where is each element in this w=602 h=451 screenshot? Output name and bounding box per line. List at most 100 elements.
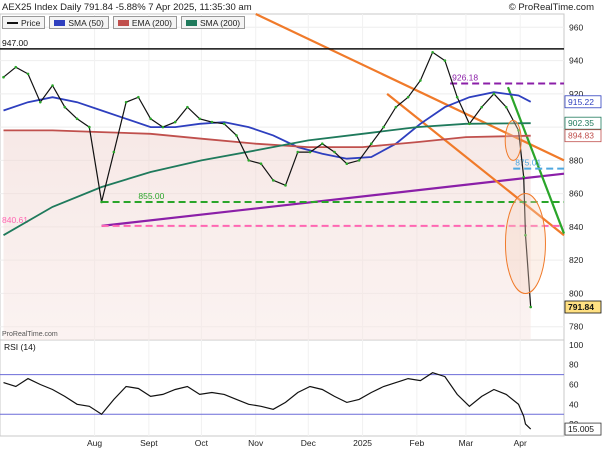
price-point — [210, 120, 214, 124]
chart-window: 947.00 926.18 855.00 840.61 875.01 RSI (14) … — [0, 0, 602, 451]
legend-item-price[interactable]: Price — [2, 16, 46, 29]
price-point — [137, 95, 140, 99]
level-label: 855.00 — [138, 191, 164, 201]
price-point — [14, 65, 18, 69]
price-point — [504, 105, 508, 109]
price-point — [271, 179, 275, 182]
legend-label: SMA (200) — [199, 17, 241, 28]
rsi-tick-label: 40 — [569, 399, 579, 409]
price-label: 894.83 — [568, 131, 594, 141]
price-label: 915.22 — [568, 97, 594, 107]
brand-link[interactable]: © ProRealTime.com — [509, 2, 594, 13]
price-point — [370, 142, 373, 146]
price-point — [406, 95, 410, 99]
level-label: 875.01 — [515, 158, 541, 168]
annotation-ellipse — [504, 193, 546, 295]
price-point — [492, 92, 496, 96]
legend-swatch — [117, 19, 129, 26]
price-point — [382, 125, 385, 129]
annotation-ellipse — [504, 119, 522, 161]
price-point — [235, 134, 238, 137]
rsi-tick-label: 60 — [569, 380, 579, 390]
price-point — [88, 125, 91, 129]
ema-fill — [3, 130, 531, 340]
chart-canvas: 947.00926.18855.00840.61875.01 RSI (14) … — [0, 13, 602, 448]
x-tick-label: Oct — [195, 438, 209, 448]
legend-item-sma50[interactable]: SMA (50) — [49, 16, 109, 29]
price-point — [443, 59, 447, 62]
level-label: 947.00 — [2, 38, 28, 48]
price-point — [63, 105, 67, 109]
x-tick-label: Dec — [301, 438, 317, 448]
y-tick-label: 800 — [569, 288, 583, 298]
x-tick-label: Nov — [248, 438, 264, 448]
legend-swatch — [7, 21, 18, 24]
legend-item-ema200[interactable]: EMA (200) — [112, 16, 177, 29]
price-point — [480, 105, 483, 109]
y-tick-label: 940 — [569, 56, 583, 66]
price-point — [357, 159, 361, 162]
rsi-panel[interactable] — [0, 339, 565, 437]
x-tick-label: Feb — [410, 438, 425, 448]
price-point — [308, 150, 312, 154]
x-tick-label: Aug — [87, 438, 102, 448]
price-point — [51, 84, 54, 87]
legend-label: SMA (50) — [68, 17, 104, 28]
x-tick-label: 2025 — [353, 438, 372, 448]
price-point — [320, 142, 324, 146]
price-point — [112, 150, 116, 154]
level-label: 926.18 — [452, 73, 478, 83]
rsi-title: RSI (14) — [4, 342, 36, 352]
rsi-axis: 2040608010015.005 — [564, 340, 602, 436]
price-point — [222, 122, 226, 126]
y-tick-label: 860 — [569, 189, 583, 199]
price-point — [149, 117, 152, 121]
price-point — [468, 122, 471, 126]
legend-swatch — [185, 19, 197, 26]
price-point — [247, 159, 251, 162]
y-tick-label: 840 — [569, 222, 583, 232]
price-point — [345, 162, 349, 165]
legend-swatch — [54, 19, 66, 26]
price-point — [26, 72, 30, 76]
price-point — [2, 75, 5, 79]
chart-title: AEX25 Index Daily 791.84 -5.88% 7 Apr 20… — [2, 2, 252, 13]
price-point — [38, 100, 42, 104]
price-point — [173, 120, 177, 124]
price-point — [124, 100, 128, 104]
price-label: 791.84 — [568, 302, 594, 312]
watermark: ProRealTime.com — [2, 331, 58, 338]
y-tick-label: 880 — [569, 155, 583, 165]
legend-item-sma200[interactable]: SMA (200) — [180, 16, 246, 29]
ema-band-fill — [3, 130, 531, 340]
legend: Price SMA (50) EMA (200) SMA (200) — [2, 16, 246, 29]
y-tick-label: 780 — [569, 322, 583, 332]
x-tick-label: Sept — [140, 438, 158, 448]
x-tick-label: Mar — [459, 438, 474, 448]
price-point — [455, 95, 459, 99]
rsi-tick-label: 80 — [569, 360, 579, 370]
price-point — [431, 50, 434, 54]
price-point — [198, 117, 201, 121]
legend-label: EMA (200) — [131, 17, 172, 28]
price-point — [522, 175, 526, 179]
price-point — [333, 150, 336, 154]
legend-label: Price — [21, 17, 41, 28]
price-point — [419, 79, 422, 82]
price-point — [284, 184, 287, 187]
price-point — [529, 305, 533, 309]
rsi-tick-label: 100 — [569, 340, 583, 350]
x-tick-label: Apr — [514, 438, 527, 448]
price-point — [186, 105, 189, 109]
price-point — [75, 117, 79, 121]
y-tick-label: 960 — [569, 22, 583, 32]
price-point — [100, 200, 103, 204]
price-point — [394, 105, 398, 109]
rsi-last-value: 15.005 — [568, 424, 594, 434]
price-point — [296, 150, 300, 154]
price-label: 902.35 — [568, 118, 594, 128]
y-tick-label: 820 — [569, 255, 583, 265]
price-axis: 780800820840860880900920940960 — [569, 22, 583, 331]
price-point — [259, 162, 263, 165]
price-point — [161, 125, 165, 129]
